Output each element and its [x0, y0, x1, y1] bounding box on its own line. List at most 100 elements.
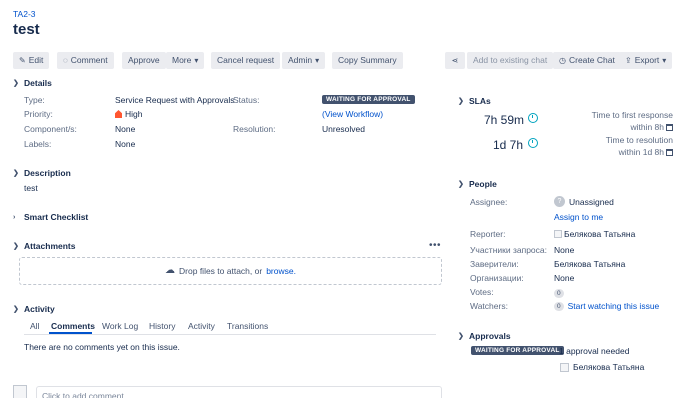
tab-history[interactable]: History	[149, 321, 175, 331]
no-comments-text: There are no comments yet on this issue.	[24, 342, 180, 352]
edit-label: Edit	[28, 55, 44, 65]
tab-comments[interactable]: Comments	[51, 321, 95, 331]
chevron-down-icon: ▾	[662, 55, 667, 65]
comment-label: Comment	[70, 55, 108, 65]
page-title: test	[13, 21, 40, 38]
votes-count: 0	[554, 289, 564, 298]
sla-first-response-due-text: within 8h	[630, 122, 664, 132]
tab-work-log[interactable]: Work Log	[102, 321, 138, 331]
votes-value[interactable]: 0	[554, 287, 564, 298]
approval-status-badge: WAITING FOR APPROVAL	[471, 346, 564, 355]
active-tab-underline	[49, 332, 92, 334]
slas-section-header[interactable]: ❯ SLAs	[458, 96, 491, 106]
votes-label: Votes:	[470, 287, 494, 297]
reporter-value[interactable]: Белякова Татьяна	[554, 229, 635, 239]
activity-heading: Activity	[24, 304, 55, 314]
browse-link[interactable]: browse.	[266, 266, 296, 276]
attachments-heading: Attachments	[24, 241, 76, 251]
attachments-more-icon[interactable]: •••	[429, 240, 441, 251]
clock-icon	[528, 138, 538, 148]
approvers-value: Белякова Татьяна	[554, 259, 626, 269]
tab-transitions[interactable]: Transitions	[227, 321, 268, 331]
cancel-request-label: Cancel request	[217, 55, 275, 65]
approvals-needed-text: 1 approval needed	[559, 346, 630, 356]
approve-label: Approve	[128, 55, 160, 65]
export-button[interactable]: ⇪ Export ▾	[619, 52, 673, 69]
sla-first-response-due: within 8h	[630, 122, 673, 132]
people-heading: People	[469, 179, 497, 189]
priority-label: Priority:	[24, 109, 53, 119]
details-heading: Details	[24, 78, 52, 88]
create-chat-label: Create Chat	[568, 55, 615, 65]
cancel-request-button[interactable]: Cancel request	[211, 52, 281, 69]
watchers-value: 0 Start watching this issue	[554, 301, 659, 311]
status-badge[interactable]: WAITING FOR APPROVAL	[322, 95, 415, 104]
chevron-right-icon: ›	[13, 213, 16, 221]
reporter-label: Reporter:	[470, 229, 506, 239]
tab-divider	[24, 334, 436, 335]
description-text[interactable]: test	[24, 183, 38, 193]
labels-value: None	[115, 139, 136, 149]
chevron-down-icon: ❯	[458, 333, 464, 340]
start-watching-link[interactable]: Start watching this issue	[568, 301, 660, 311]
add-comment-input[interactable]: Click to add comment	[36, 386, 442, 398]
smart-checklist-section-header[interactable]: › Smart Checklist	[13, 212, 88, 222]
assignee-value: Unassigned	[569, 197, 614, 207]
share-button[interactable]: ⋖	[445, 52, 465, 69]
share-icon: ⋖	[451, 55, 459, 65]
priority-high-icon	[115, 110, 122, 118]
speech-bubble-icon: ◌	[63, 55, 68, 65]
create-chat-button[interactable]: ◷ Create Chat	[553, 52, 621, 69]
admin-button[interactable]: Admin ▾	[282, 52, 326, 69]
chevron-down-icon: ❯	[13, 306, 19, 313]
organizations-value: None	[554, 273, 575, 283]
assignee-label: Assignee:	[470, 197, 508, 207]
watchers-count: 0	[554, 301, 564, 311]
sla-first-response-time: 7h 59m	[484, 113, 525, 127]
slas-heading: SLAs	[469, 96, 491, 106]
participants-value: None	[554, 245, 575, 255]
upload-cloud-icon: ☁	[165, 265, 176, 276]
assign-to-me-link[interactable]: Assign to me	[554, 212, 603, 222]
people-section-header[interactable]: ❯ People	[458, 179, 497, 189]
more-button[interactable]: More ▾	[166, 52, 205, 69]
description-section-header[interactable]: ❯ Description	[13, 168, 71, 178]
chevron-down-icon: ▾	[315, 55, 320, 65]
details-section-header[interactable]: ❯ Details	[13, 78, 52, 88]
approvals-section-header[interactable]: ❯ Approvals	[458, 331, 511, 341]
add-to-existing-chat-button[interactable]: Add to existing chat	[467, 52, 554, 69]
chevron-down-icon: ▾	[194, 55, 199, 65]
description-heading: Description	[24, 168, 71, 178]
smart-checklist-heading: Smart Checklist	[24, 212, 89, 222]
participants-label: Участники запроса:	[470, 245, 547, 255]
sla-resolution-due: within 1d 8h	[619, 147, 673, 157]
approvals-heading: Approvals	[469, 331, 511, 341]
organizations-label: Организации:	[470, 273, 524, 283]
edit-button[interactable]: ✎ Edit	[13, 52, 50, 69]
chevron-down-icon: ❯	[13, 170, 19, 177]
resolution-label: Resolution:	[233, 124, 276, 134]
view-workflow-link[interactable]: (View Workflow)	[322, 109, 383, 119]
add-to-chat-label: Add to existing chat	[473, 55, 548, 65]
labels-label: Labels:	[24, 139, 52, 149]
export-label: Export	[634, 55, 660, 65]
approver-item[interactable]: Белякова Татьяна	[560, 362, 644, 372]
watchers-label: Watchers:	[470, 301, 508, 311]
attachments-section-header[interactable]: ❯ Attachments	[13, 241, 75, 251]
tab-all[interactable]: All	[30, 321, 39, 331]
comment-button[interactable]: ◌ Comment	[57, 52, 114, 69]
attachment-dropzone[interactable]: ☁ Drop files to attach, or browse.	[19, 257, 442, 285]
approve-button[interactable]: Approve	[122, 52, 166, 69]
breadcrumb[interactable]: TA2-3	[13, 9, 36, 19]
activity-section-header[interactable]: ❯ Activity	[13, 304, 55, 314]
components-label: Component/s:	[24, 124, 77, 134]
components-value: None	[115, 124, 136, 134]
sla-first-response-label: Time to first response	[591, 110, 673, 120]
copy-summary-button[interactable]: Copy Summary	[332, 52, 403, 69]
chevron-down-icon: ❯	[458, 98, 464, 105]
more-label: More	[172, 55, 192, 65]
tab-activity[interactable]: Activity	[188, 321, 215, 331]
unassigned-avatar-icon: ?	[554, 196, 565, 207]
admin-label: Admin	[288, 55, 313, 65]
type-value: Service Request with Approvals	[115, 95, 235, 105]
